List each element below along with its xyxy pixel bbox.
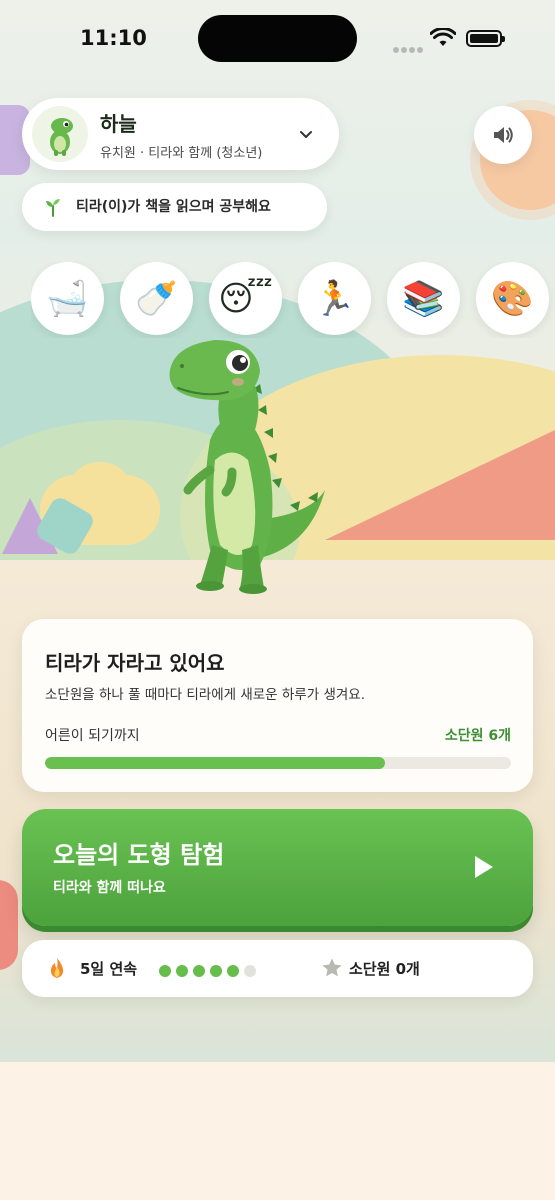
play-icon [475,856,493,878]
books-icon: 📚 [402,278,445,319]
growth-title: 티라가 자라고 있어요 [45,651,225,675]
star-icon [322,958,342,977]
sound-button[interactable] [474,106,532,164]
bathtub-icon: 🛁 [46,278,89,319]
red-triangle-decoration [325,430,555,540]
sprout-icon [46,199,60,217]
dynamic-island [198,15,357,62]
streak-dot-filled [193,965,205,977]
profile-name: 하늘 [100,112,137,136]
dino-avatar-icon [50,118,73,156]
sleep-button[interactable]: 😴 [209,262,282,335]
exercise-button[interactable]: 🏃 [298,262,371,335]
sleeping-face-icon: 😴 [218,278,273,319]
adventure-subtitle: 티라와 함께 떠나요 [53,880,166,896]
fire-icon [50,958,64,978]
baby-bottle-icon: 🍼 [135,278,178,319]
streak-dots [159,962,261,981]
profile-selector[interactable]: 하늘 유치원 · 티라와 함께 (청소년) [22,98,339,170]
care-actions: 🛁 🍼 😴 🏃 📚 🎨 [31,262,555,338]
streak-dot-filled [176,965,188,977]
speaker-icon [494,127,513,143]
battery-icon [466,30,505,47]
avatar [32,106,88,162]
dinosaur-character[interactable] [160,330,330,600]
growth-card: 티라가 자라고 있어요 소단원을 하나 풀 때마다 티라에게 새로운 하루가 생… [22,619,533,792]
cloud-decoration [70,462,130,512]
bottom-area [0,1062,555,1200]
art-button[interactable]: 🎨 [476,262,549,335]
status-time: 11:10 [80,26,147,50]
streak-dot-filled [159,965,171,977]
bath-button[interactable]: 🛁 [31,262,104,335]
profile-subtitle: 유치원 · 티라와 함께 (청소년) [100,146,263,161]
growth-progress-fill [45,757,386,769]
streak-dot-filled [227,965,239,977]
activity-text: 티라(이)가 책을 읽으며 공부해요 [76,199,271,215]
status-bar: 11:10 [0,0,555,80]
growth-progress-count: 소단원 6개 [444,728,511,744]
streak-text: 5일 연속 [80,960,138,978]
wifi-icon [430,28,456,46]
red-block-decoration [0,880,18,970]
adventure-title: 오늘의 도형 탐험 [53,841,225,869]
streak-bar: 5일 연속 소단원 0개 [22,940,533,997]
growth-description: 소단원을 하나 풀 때마다 티라에게 새로운 하루가 생겨요. [45,687,365,703]
growth-progress-label: 어른이 되기까지 [45,728,140,744]
chevron-down-icon[interactable] [298,126,314,142]
start-adventure-button[interactable]: 오늘의 도형 탐험 티라와 함께 떠나요 [22,809,533,926]
cellular-signal-icon [393,38,425,57]
palette-icon: 🎨 [491,278,534,319]
current-activity: 티라(이)가 책을 읽으며 공부해요 [22,183,327,231]
study-button[interactable]: 📚 [387,262,460,335]
running-person-icon: 🏃 [313,278,356,319]
streak-dot-filled [210,965,222,977]
growth-progress-bar [45,757,511,769]
unit-count-text: 소단원 0개 [349,960,420,978]
feed-button[interactable]: 🍼 [120,262,193,335]
streak-dot-empty [244,965,256,977]
